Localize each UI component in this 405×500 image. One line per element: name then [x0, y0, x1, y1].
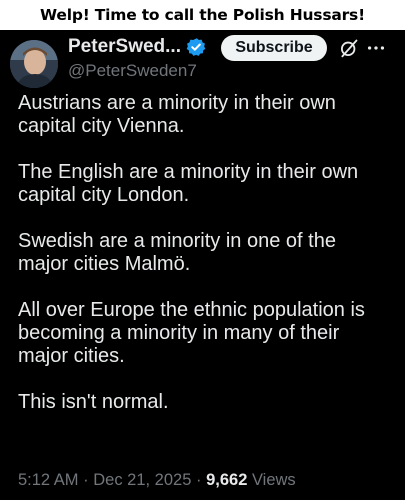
- more-options-icon[interactable]: [365, 38, 387, 58]
- views-count: 9,662: [206, 471, 248, 489]
- views-label: Views: [251, 471, 296, 489]
- post-paragraph: This isn't normal.: [18, 391, 169, 413]
- author-handle[interactable]: @PeterSweden7: [68, 61, 197, 81]
- post-date[interactable]: Dec 21, 2025: [93, 471, 191, 489]
- meta-separator: ·: [83, 471, 89, 489]
- grok-icon[interactable]: [339, 38, 359, 58]
- post-paragraph: All over Europe the ethnic population is…: [18, 299, 365, 367]
- post-metadata: 5:12 AM · Dec 21, 2025 · 9,662 Views: [18, 471, 296, 490]
- meta-separator: ·: [195, 471, 202, 489]
- subscribe-button[interactable]: Subscribe: [221, 35, 327, 61]
- post-paragraph: Swedish are a minority in one of the maj…: [18, 230, 336, 275]
- post-text: Austrians are a minority in their own ca…: [18, 92, 398, 437]
- post-paragraph: The English are a minority in their own …: [18, 161, 359, 206]
- avatar[interactable]: [10, 40, 58, 88]
- meme-caption: Welp! Time to call the Polish Hussars!: [0, 0, 405, 30]
- post-paragraph: Austrians are a minority in their own ca…: [18, 92, 336, 137]
- verified-badge-icon: [186, 38, 206, 56]
- post-time[interactable]: 5:12 AM: [18, 471, 79, 489]
- post-card: PeterSwed... @PeterSweden7 Subscribe Aus…: [0, 30, 405, 500]
- author-name-line: PeterSwed...: [68, 36, 206, 58]
- avatar-photo: [10, 40, 58, 88]
- author-display-name[interactable]: PeterSwed...: [68, 36, 181, 58]
